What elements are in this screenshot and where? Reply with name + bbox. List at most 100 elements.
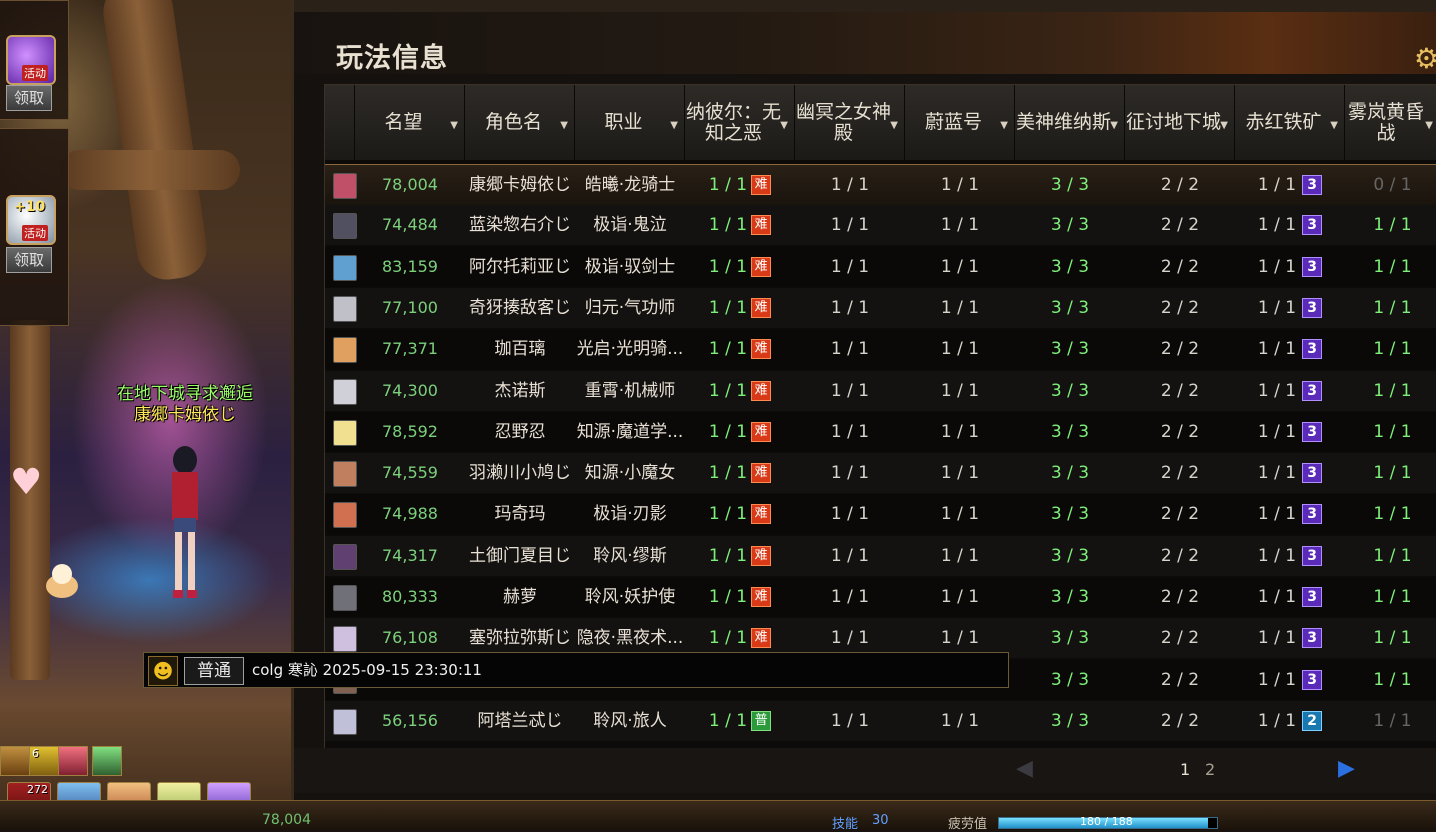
cell-mei-value: 3 / 3 <box>1050 587 1090 607</box>
prev-page-arrow-icon[interactable]: ◀ <box>1016 756 1033 781</box>
cell-fame: 74,300 <box>355 371 465 411</box>
column-header[interactable]: 名望 ▼ <box>355 85 465 160</box>
tier-badge: 3 <box>1302 256 1323 277</box>
column-header[interactable]: 美神维纳斯 ▼ <box>1015 85 1125 160</box>
cell-wu: 1 / 1 <box>1345 494 1436 534</box>
cell-zheng: 2 / 2 <box>1125 577 1235 617</box>
table-row[interactable]: 74,988 玛奇玛 极诣·刃影 1 / 1难1 / 11 / 13 / 32 / 2… <box>325 494 1436 535</box>
table-row[interactable]: 77,100 奇犽揍敌客じ 归元·气功师 1 / 1难1 / 11 / 13 / 32… <box>325 287 1436 328</box>
quickslot-small-1[interactable] <box>0 746 30 776</box>
cell-zheng-value: 2 / 2 <box>1160 421 1200 442</box>
cell-you: 1 / 1 <box>795 288 905 328</box>
claim-button[interactable]: 领取 <box>6 85 52 111</box>
sort-arrow-icon: ▼ <box>780 120 788 131</box>
cell-name: 杰诺斯 <box>465 371 575 411</box>
cell-name: 玛奇玛 <box>465 494 575 534</box>
cell-wei-value: 1 / 1 <box>940 339 980 360</box>
cell-job-value: 聆风·缪斯 <box>593 545 667 566</box>
heart-icon: ♥ <box>10 462 43 503</box>
panel-header: 玩法信息 ⚙ <box>294 12 1436 75</box>
column-header[interactable]: 征讨地下城 ▼ <box>1125 85 1235 160</box>
quickslot-small-2[interactable]: 6 <box>29 746 59 776</box>
cell-mei: 3 / 3 <box>1015 247 1125 287</box>
cell-job: 聆风·缪斯 <box>575 536 685 576</box>
sort-arrow-icon: ▼ <box>670 120 678 131</box>
column-header[interactable]: 赤红铁矿 ▼ <box>1235 85 1345 160</box>
table-row[interactable]: 74,300 杰诺斯 重霄·机械师 1 / 1难1 / 11 / 13 / 32 / … <box>325 370 1436 411</box>
game-scene: 活动 领取 +10 活动 领取 ♥ 在地下城寻求邂逅 康郷卡姆依じ 6 272 … <box>0 0 300 829</box>
cell-wu-value: 1 / 1 <box>1373 380 1412 401</box>
column-header-label: 雾岚黄昏战 <box>1347 100 1424 144</box>
cell-you-value: 1 / 1 <box>830 710 870 731</box>
next-page-arrow-icon[interactable]: ▶ <box>1338 756 1355 781</box>
quickslot-small-4[interactable] <box>92 746 122 776</box>
cell-wei-value: 1 / 1 <box>940 215 980 236</box>
claim-button-2[interactable]: 领取 <box>6 247 52 273</box>
page-1-link[interactable]: 1 <box>1180 760 1190 779</box>
column-header[interactable]: 蔚蓝号 ▼ <box>905 85 1015 160</box>
cell-mei: 3 / 3 <box>1015 660 1125 700</box>
cell-fame: 74,484 <box>355 205 465 245</box>
cell-wu-value: 1 / 1 <box>1373 463 1412 484</box>
cell-mei-value: 3 / 3 <box>1050 215 1090 236</box>
table-row[interactable]: 74,484 蓝染惣右介じ 极诣·鬼泣 1 / 1难1 / 11 / 13 / 32 … <box>325 205 1436 246</box>
cell-wei-value: 1 / 1 <box>940 421 980 442</box>
column-header[interactable]: 职业 ▼ <box>575 85 685 160</box>
sort-arrow-icon: ▼ <box>1000 120 1008 131</box>
cell-mei-value: 3 / 3 <box>1050 297 1090 318</box>
cell-wei-value: 1 / 1 <box>940 175 980 195</box>
cell-job: 重霄·机械师 <box>575 371 685 411</box>
cell-fame: 78,592 <box>355 412 465 452</box>
cell-name-value: 阿尔托莉亚じ <box>469 256 571 277</box>
plus-ten-event-icon[interactable]: +10 活动 <box>6 195 56 245</box>
table-row[interactable]: 83,159 阿尔托莉亚じ 极诣·驭剑士 1 / 1难1 / 11 / 13 / 32… <box>325 246 1436 287</box>
cell-zheng-value: 2 / 2 <box>1160 215 1200 236</box>
gear-icon[interactable]: ⚙ <box>1414 42 1436 75</box>
cell-job: 极诣·驭剑士 <box>575 247 685 287</box>
chat-channel-button[interactable]: 普通 <box>184 657 244 685</box>
cell-fame-value: 78,592 <box>382 421 438 441</box>
player-character[interactable] <box>160 440 210 610</box>
cell-mei: 3 / 3 <box>1015 412 1125 452</box>
cell-nab: 1 / 1难 <box>685 329 795 369</box>
table-row[interactable]: 78,004 康郷卡姆依じ 皓曦·龙骑士 1 / 1难1 / 11 / 13 / 32… <box>325 164 1436 206</box>
table-row[interactable]: 56,156 阿塔兰忒じ 聆风·旅人 1 / 1普1 / 11 / 13 / 32 /… <box>325 700 1436 741</box>
cell-job: 知源·小魔女 <box>575 453 685 493</box>
cell-name-value: 忍野忍 <box>494 421 546 442</box>
cell-wei-value: 1 / 1 <box>940 504 980 525</box>
cell-chi-value: 1 / 1 <box>1257 339 1297 360</box>
cell-name-value: 奇犽揍敌客じ <box>469 297 571 318</box>
cell-wei-value: 1 / 1 <box>940 380 980 401</box>
table-row[interactable]: 74,317 土御门夏目じ 聆风·缪斯 1 / 1难1 / 11 / 13 / 32 … <box>325 535 1436 576</box>
table-row[interactable]: 78,592 忍野忍 知源·魔道学... 1 / 1难1 / 11 / 13 / 32… <box>325 411 1436 452</box>
table-row[interactable]: 74,559 羽濑川小鸠じ 知源·小魔女 1 / 1难1 / 11 / 13 / 32… <box>325 453 1436 494</box>
cell-chi-value: 1 / 1 <box>1257 463 1297 484</box>
cell-you: 1 / 1 <box>795 329 905 369</box>
column-header-label: 征讨地下城 <box>1125 111 1221 133</box>
cell-name: 康郷卡姆依じ <box>465 165 575 205</box>
cell-wu: 1 / 1 <box>1345 701 1436 741</box>
column-header[interactable]: 纳彼尔：无知之恶 ▼ <box>685 85 795 160</box>
chat-emoji-icon[interactable]: ☻ <box>148 656 178 686</box>
chat-input[interactable]: colg 寒訫 2025-09-15 23:30:11 <box>252 659 482 681</box>
page-2-link[interactable]: 2 <box>1205 760 1215 779</box>
difficulty-badge: 难 <box>751 256 772 277</box>
quickslot-heart[interactable] <box>58 746 88 776</box>
table-row[interactable]: 80,333 赫萝 聆风·妖护使 1 / 1难1 / 11 / 13 / 32 / 2… <box>325 577 1436 617</box>
cell-fame: 74,988 <box>355 494 465 534</box>
column-header[interactable]: 角色名 ▼ <box>465 85 575 160</box>
cell-mei-value: 3 / 3 <box>1050 380 1090 401</box>
cell-mei: 3 / 3 <box>1015 536 1125 576</box>
event-gift-icon[interactable]: 活动 <box>6 35 56 85</box>
difficulty-badge: 难 <box>751 587 772 607</box>
cell-mei-value: 3 / 3 <box>1050 545 1090 566</box>
column-header[interactable]: 幽冥之女神殿 ▼ <box>795 85 905 160</box>
table-row[interactable]: 77,371 珈百璃 光启·光明骑... 1 / 1难1 / 11 / 13 / 32… <box>325 329 1436 370</box>
cell-fame: 56,156 <box>355 701 465 741</box>
cell-mei-value: 3 / 3 <box>1050 504 1090 525</box>
bottom-hud <box>0 800 1436 830</box>
cell-chi: 1 / 13 <box>1235 412 1345 452</box>
cell-fame: 78,004 <box>355 165 465 205</box>
sort-arrow-icon: ▼ <box>450 120 458 131</box>
column-header[interactable]: 雾岚黄昏战 ▼ <box>1345 85 1436 160</box>
